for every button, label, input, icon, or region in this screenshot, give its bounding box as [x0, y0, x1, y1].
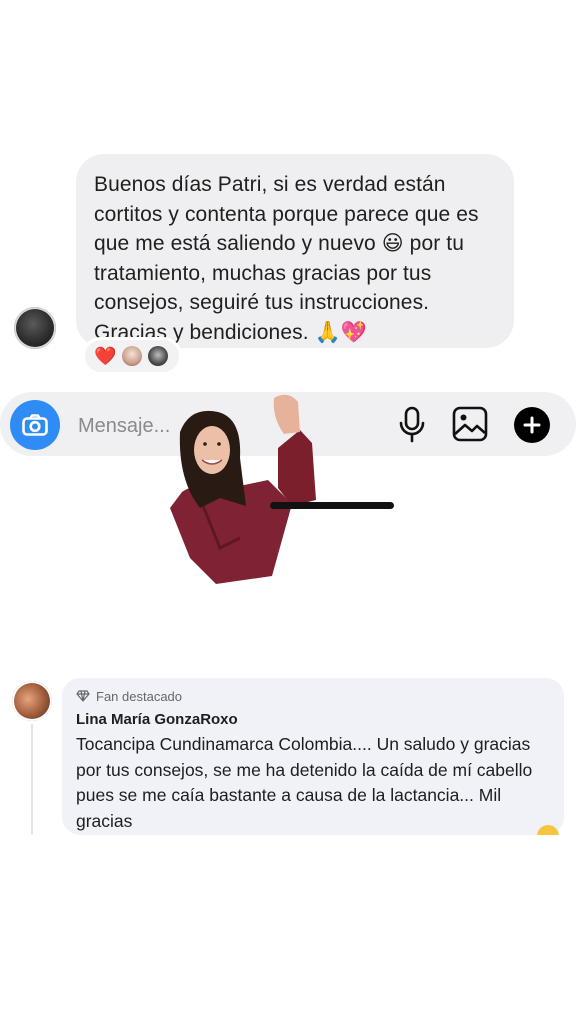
add-button[interactable]	[514, 407, 550, 443]
reactor-avatar	[122, 346, 143, 366]
thread-line	[31, 724, 33, 834]
blank-area	[0, 835, 576, 1024]
diamond-icon	[76, 690, 90, 702]
comment-author[interactable]: Lina María GonzaRoxo	[76, 711, 550, 728]
fan-badge: Fan destacado	[76, 687, 550, 705]
message-text: Buenos días Patri, si es verdad están co…	[94, 173, 479, 344]
message-bubble[interactable]: Buenos días Patri, si es verdad están co…	[76, 154, 514, 348]
fan-badge-label: Fan destacado	[96, 688, 183, 704]
gallery-icon	[452, 406, 488, 442]
heart-icon: ❤️	[94, 346, 117, 366]
woman-sticker	[170, 394, 316, 584]
comment-text: Tocancipa Cundinamarca Colombia.... Un s…	[76, 734, 533, 831]
camera-button[interactable]	[10, 400, 60, 450]
camera-icon	[22, 414, 48, 436]
commenter-avatar[interactable]	[12, 681, 52, 721]
plus-icon	[523, 416, 541, 434]
sender-avatar[interactable]	[14, 307, 56, 349]
reactor-avatar	[148, 346, 169, 366]
voice-message-button[interactable]	[395, 405, 429, 445]
gallery-button[interactable]	[451, 405, 489, 443]
microphone-icon	[399, 406, 425, 443]
comment-card[interactable]: Fan destacado Lina María GonzaRoxo Tocan…	[62, 678, 564, 835]
swipe-indicator	[270, 502, 394, 509]
message-reactions[interactable]: ❤️	[82, 337, 182, 375]
